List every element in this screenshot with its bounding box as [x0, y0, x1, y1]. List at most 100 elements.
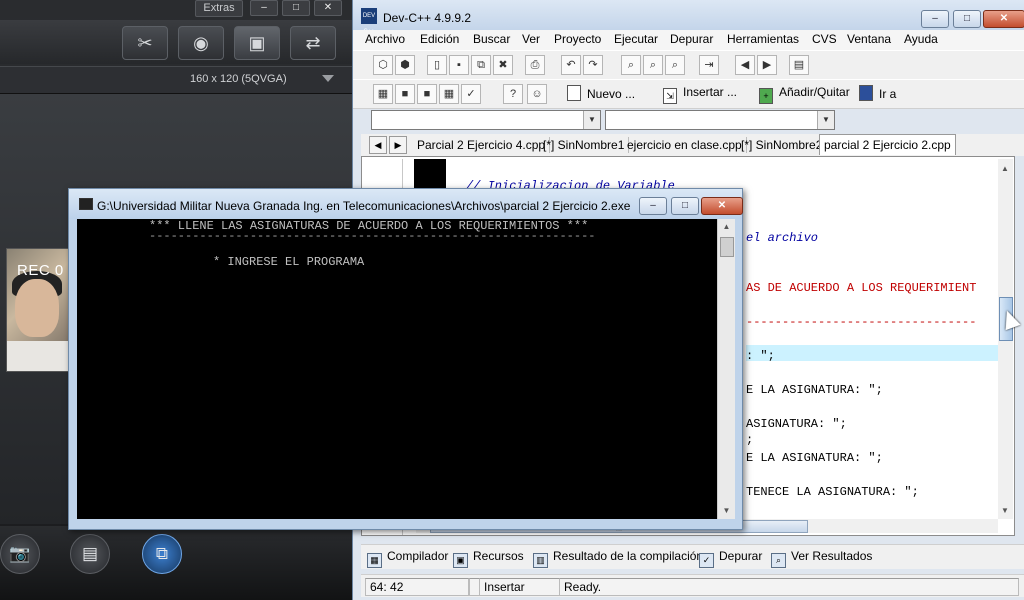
new-button-label: Nuevo ... [587, 87, 636, 101]
checkmark-icon: ✓ [699, 553, 714, 568]
scroll-up-icon[interactable]: ▲ [718, 219, 735, 235]
tab-ver-resultados-label: Ver Resultados [791, 549, 873, 563]
new-file-icon[interactable]: ▯ [427, 55, 447, 75]
devcpp-maximize-button[interactable]: □ [953, 10, 981, 28]
replace-icon[interactable]: ⌕ [643, 55, 663, 75]
webcam-close-button[interactable]: ✕ [314, 0, 342, 16]
menu-ventana[interactable]: Ventana [847, 32, 891, 46]
menu-buscar[interactable]: Buscar [473, 32, 510, 46]
open-class-icon[interactable]: ⬢ [395, 55, 415, 75]
rec-indicator: REC 0 [17, 262, 64, 279]
menu-ayuda[interactable]: Ayuda [904, 32, 938, 46]
tab-recursos-label: Recursos [473, 549, 524, 563]
tab-parcial-2-ejercicio-4[interactable]: Parcial 2 Ejercicio 4.cpp [413, 137, 551, 153]
print-icon[interactable]: ⎙ [525, 55, 545, 75]
console-maximize-button[interactable]: □ [671, 197, 699, 215]
webcam-icon[interactable]: ◉ [178, 26, 224, 60]
tab-ejercicio-en-clase[interactable]: ejercicio en clase.cpp [623, 137, 747, 153]
code-line: E LA ASIGNATURA: "; [746, 383, 883, 397]
screen-capture-icon[interactable]: ▣ [234, 26, 280, 60]
check-icon[interactable]: ✓ [461, 84, 481, 104]
add-remove-button[interactable]: + Añadir/Quitar [759, 85, 850, 104]
console-line: * INGRESE EL PROGRAMA [213, 255, 365, 269]
insert-mode: Insertar [479, 578, 569, 596]
bookmark-icon[interactable]: ▤ [789, 55, 809, 75]
rebuild-icon[interactable]: ▦ [439, 84, 459, 104]
insert-button[interactable]: ⇲ Insertar ... [663, 85, 737, 104]
camera-icon[interactable]: 📷 [0, 534, 40, 574]
new-button[interactable]: Nuevo ... [567, 85, 635, 101]
find-next-icon[interactable]: ⌕ [665, 55, 685, 75]
scroll-up-icon[interactable]: ▲ [999, 163, 1011, 175]
tab-compilador[interactable]: ▦ Compilador [367, 549, 448, 568]
console-minimize-button[interactable]: – [639, 197, 667, 215]
menu-depurar[interactable]: Depurar [670, 32, 713, 46]
scroll-down-icon[interactable]: ▼ [999, 505, 1011, 517]
tab-ver-resultados[interactable]: ⌕ Ver Resultados [771, 549, 872, 568]
tab-sinnombre1[interactable]: [*] SinNombre1 [539, 137, 630, 153]
tab-depurar[interactable]: ✓ Depurar [699, 549, 762, 568]
console-scrollbar[interactable]: ▲ ▼ [717, 219, 735, 519]
save-icon[interactable]: ▪ [449, 55, 469, 75]
tab-scroll-right-icon[interactable]: ▶ [389, 136, 407, 154]
status-message: Ready. [559, 578, 1019, 596]
menu-proyecto[interactable]: Proyecto [554, 32, 601, 46]
class-combo[interactable]: ▼ [371, 110, 601, 130]
code-line: TENECE LA ASIGNATURA: "; [746, 485, 919, 499]
chevron-down-icon[interactable]: ▼ [817, 111, 834, 129]
save-all-icon[interactable]: ⧉ [471, 55, 491, 75]
back-icon[interactable]: ◀ [735, 55, 755, 75]
undo-icon[interactable]: ↶ [561, 55, 581, 75]
tab-parcial-2-ejercicio-2[interactable]: parcial 2 Ejercicio 2.cpp [819, 134, 956, 155]
webcam-maximize-button[interactable]: □ [282, 0, 310, 16]
compile-icon[interactable]: ▦ [373, 84, 393, 104]
extras-button[interactable]: Extras [195, 0, 243, 17]
tab-recursos[interactable]: ▣ Recursos [453, 549, 524, 568]
code-comment-line: el archivo [746, 231, 819, 245]
cursor-position: 64: 42 [365, 578, 469, 596]
console-close-button[interactable]: ✕ [701, 197, 743, 215]
resolution-bar[interactable]: 160 x 120 (5QVGA) [0, 66, 352, 94]
forward-icon[interactable]: ▶ [757, 55, 777, 75]
code-string-line: AS DE ACUERDO A LOS REQUERIMIENT [746, 281, 977, 295]
menu-herramientas[interactable]: Herramientas [727, 32, 799, 46]
tab-scroll-left-icon[interactable]: ◀ [369, 136, 387, 154]
code-line: E LA ASIGNATURA: "; [746, 451, 883, 465]
gallery-icon[interactable]: ▤ [70, 534, 110, 574]
close-file-icon[interactable]: ✖ [493, 55, 513, 75]
help-icon[interactable]: ? [503, 84, 523, 104]
redo-icon[interactable]: ↷ [583, 55, 603, 75]
insert-button-label: Insertar ... [683, 85, 738, 99]
goto-line-icon[interactable]: ⇥ [699, 55, 719, 75]
scroll-down-icon[interactable]: ▼ [718, 503, 735, 519]
webcam-minimize-button[interactable]: – [250, 0, 278, 16]
console-titlebar: G:\Universidad Militar Nueva Granada Ing… [69, 189, 743, 219]
console-output[interactable]: *** LLENE LAS ASIGNATURAS DE ACUERDO A L… [77, 219, 717, 519]
editor-vertical-scrollbar[interactable]: ▲ ▼ [998, 159, 1013, 519]
menu-ejecutar[interactable]: Ejecutar [614, 32, 658, 46]
chevron-down-icon[interactable]: ▼ [583, 111, 600, 129]
about-icon[interactable]: ☺ [527, 84, 547, 104]
menu-edicion[interactable]: Edición [420, 32, 459, 46]
scrollbar-thumb[interactable] [720, 237, 734, 257]
menu-cvs[interactable]: CVS [812, 32, 837, 46]
goto-button-label: Ir a [879, 87, 897, 101]
member-combo[interactable]: ▼ [605, 110, 835, 130]
menu-archivo[interactable]: Archivo [365, 32, 405, 46]
find-icon[interactable]: ⌕ [621, 55, 641, 75]
video-record-icon[interactable]: ⧉ [142, 534, 182, 574]
goto-button[interactable]: Ir a [859, 85, 896, 101]
compile-run-icon[interactable]: ■ [417, 84, 437, 104]
run-icon[interactable]: ■ [395, 84, 415, 104]
devcpp-close-button[interactable]: ✕ [983, 10, 1024, 28]
goto-icon [859, 85, 873, 101]
tab-sinnombre2[interactable]: [*] SinNombre2 [737, 137, 828, 153]
tab-resultado-compilacion[interactable]: ▥ Resultado de la compilación [533, 549, 703, 568]
menu-ver[interactable]: Ver [522, 32, 540, 46]
camera-switch-icon[interactable]: ⇄ [290, 26, 336, 60]
tools-icon[interactable]: ✂ [122, 26, 168, 60]
open-project-icon[interactable]: ⬡ [373, 55, 393, 75]
report-tabs: ▦ Compilador ▣ Recursos ▥ Resultado de la c… [361, 544, 1024, 569]
devcpp-minimize-button[interactable]: – [921, 10, 949, 28]
chevron-down-icon[interactable] [322, 75, 334, 82]
